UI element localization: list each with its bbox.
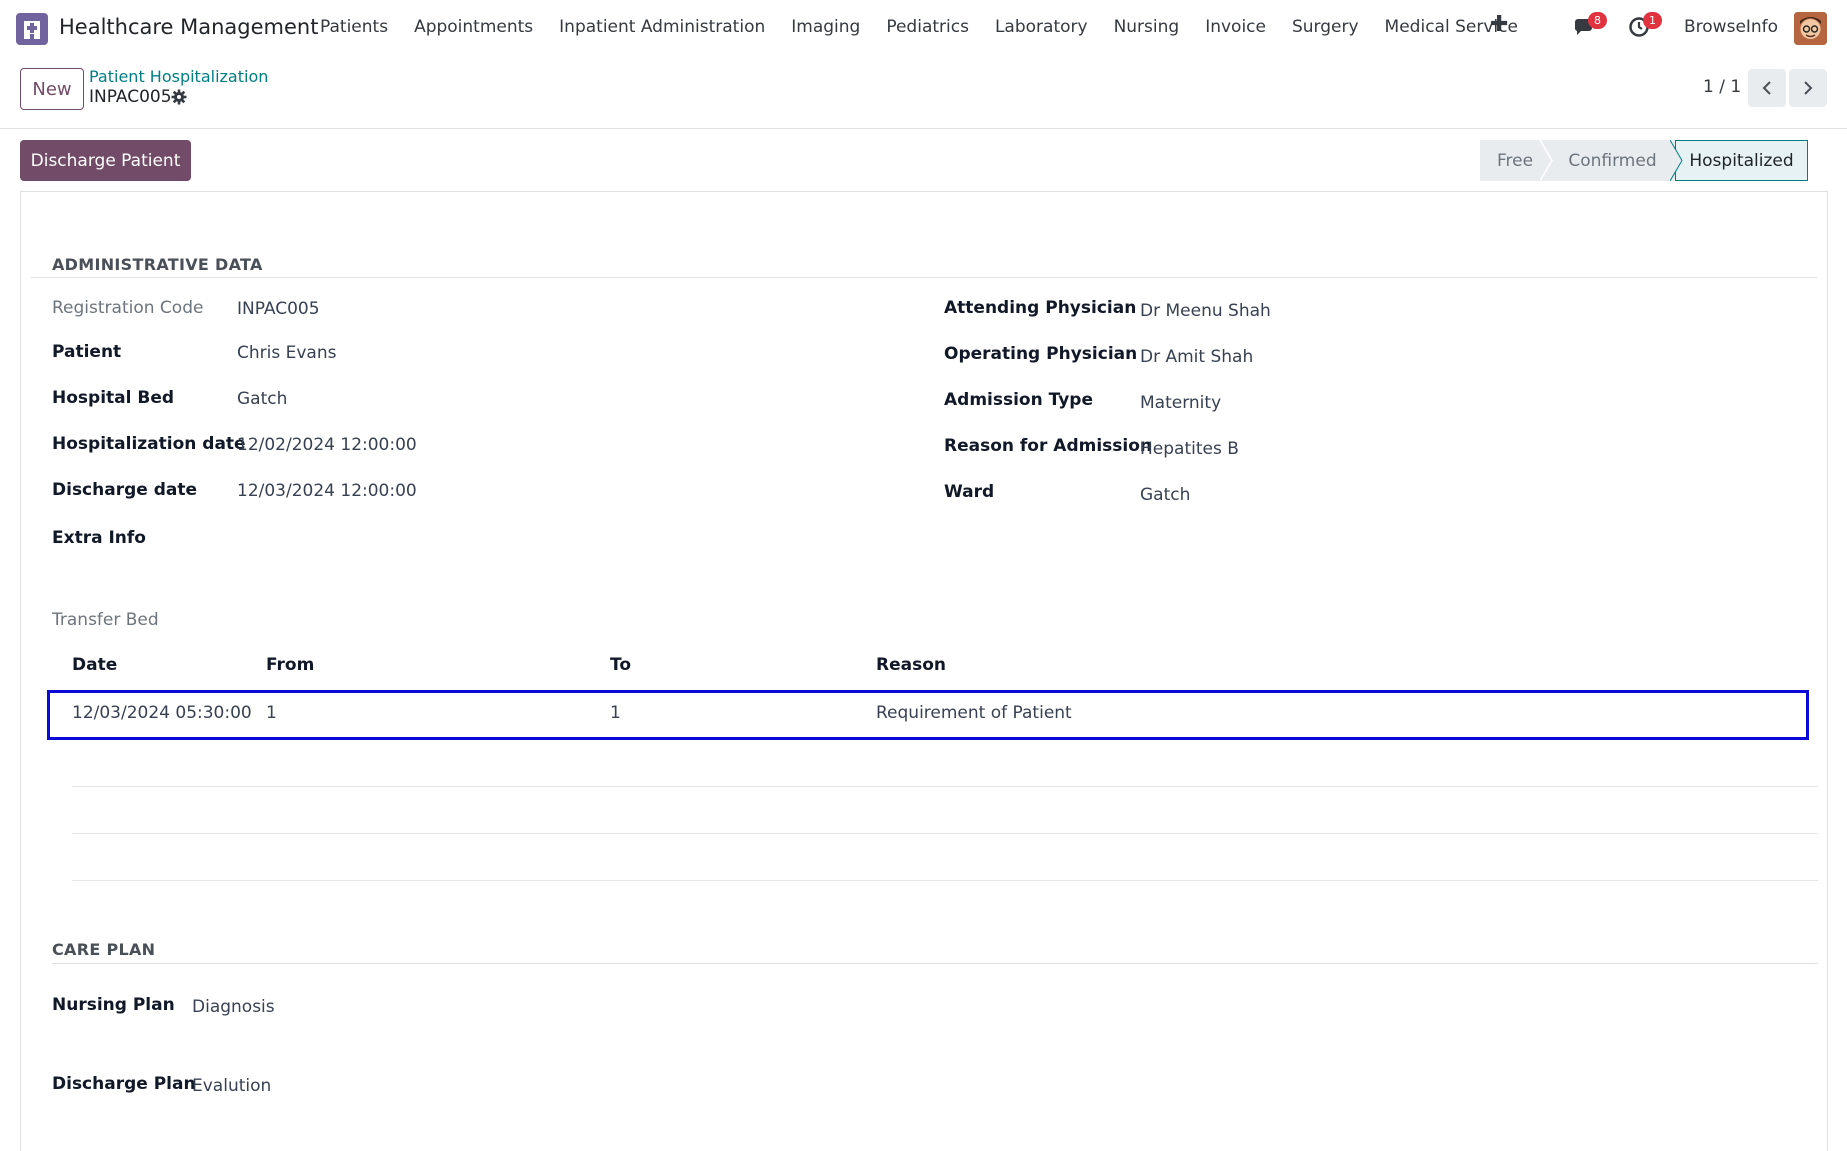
column-header-from[interactable]: From [266,655,314,675]
table-row-highlighted[interactable] [47,690,1809,740]
app-name[interactable]: Healthcare Management [59,15,318,39]
stage-divider [1670,140,1683,181]
column-header-date[interactable]: Date [72,655,117,675]
discharge-plan-label: Discharge Plan [52,1074,196,1094]
attending-physician-label: Attending Physician [944,298,1137,318]
control-panel: New Patient Hospitalization INPAC005 1 /… [0,56,1847,129]
ward-field[interactable]: Gatch [1140,485,1190,505]
table-row-empty [72,834,1818,881]
user-avatar[interactable] [1794,12,1827,45]
hospital-bed-field[interactable]: Gatch [237,389,287,409]
discharge-patient-button[interactable]: Discharge Patient [20,140,191,181]
section-title-administrative-data: ADMINISTRATIVE DATA [52,255,263,274]
section-title-care-plan: CARE PLAN [52,940,156,959]
reason-for-admission-label: Reason for Admission [944,436,1153,456]
hospital-bed-label: Hospital Bed [52,388,175,408]
stage-divider [1540,140,1553,181]
company-switcher[interactable]: BrowseInfo [1684,17,1778,37]
discharge-plan-field[interactable]: Evalution [192,1076,271,1096]
nursing-plan-field[interactable]: Diagnosis [192,997,275,1017]
column-header-to[interactable]: To [610,655,631,675]
operating-physician-field[interactable]: Dr Amit Shah [1140,347,1253,367]
nursing-plan-label: Nursing Plan [52,995,175,1015]
operating-physician-label: Operating Physician [944,344,1138,364]
admission-type-label: Admission Type [944,390,1093,410]
patient-label: Patient [52,342,122,362]
pager-value[interactable]: 1 / 1 [1703,77,1741,97]
form-sheet: ADMINISTRATIVE DATA Registration Code IN… [20,191,1828,1151]
table-row-empty [72,740,1818,787]
extra-info-label: Extra Info [52,528,146,548]
hospital-app-icon[interactable] [16,13,48,45]
chevron-left-icon [1762,81,1771,95]
menu-nursing[interactable]: Nursing [1114,17,1180,37]
registration-code-label: Registration Code [52,298,204,318]
menu-surgery[interactable]: Surgery [1292,17,1359,37]
new-button[interactable]: New [20,68,84,110]
menu-patients[interactable]: Patients [320,17,388,37]
messages-badge: 8 [1588,12,1607,29]
stage-confirmed[interactable]: Confirmed [1550,140,1675,181]
chevron-right-icon [1804,81,1813,95]
stage-hospitalized[interactable]: Hospitalized [1675,140,1808,181]
attending-physician-field[interactable]: Dr Meenu Shah [1140,301,1271,321]
pager-previous-button[interactable] [1748,69,1786,107]
ward-label: Ward [944,482,995,502]
hospitalization-date-label: Hospitalization date [52,434,246,454]
table-row-empty [72,787,1818,834]
discharge-date-label: Discharge date [52,480,198,500]
breadcrumb-patient-hospitalization[interactable]: Patient Hospitalization [89,67,268,86]
main-menu: Patients Appointments Inpatient Administ… [320,17,1544,37]
discharge-date-field[interactable]: 12/03/2024 12:00:00 [237,481,417,501]
column-header-reason[interactable]: Reason [876,655,946,675]
registration-code-value: INPAC005 [237,299,320,319]
admission-type-field[interactable]: Maternity [1140,393,1221,413]
menu-imaging[interactable]: Imaging [791,17,860,37]
menu-appointments[interactable]: Appointments [414,17,533,37]
record-name: INPAC005 [89,87,172,107]
activity-badge: 1 [1643,12,1662,29]
menu-laboratory[interactable]: Laboratory [995,17,1088,37]
divider [31,277,1817,278]
divider [52,963,1818,964]
menu-inpatient-administration[interactable]: Inpatient Administration [559,17,765,37]
menu-invoice[interactable]: Invoice [1205,17,1266,37]
pager-next-button[interactable] [1789,69,1827,107]
plus-icon[interactable]: ✚ [1490,12,1508,37]
top-navbar: Healthcare Management Patients Appointme… [0,0,1847,56]
menu-pediatrics[interactable]: Pediatrics [886,17,969,37]
transfer-bed-label: Transfer Bed [52,610,159,630]
reason-for-admission-field[interactable]: Hepatites B [1140,439,1239,459]
patient-field[interactable]: Chris Evans [237,343,336,363]
hospitalization-date-field[interactable]: 12/02/2024 12:00:00 [237,435,417,455]
gear-icon[interactable] [171,89,187,110]
